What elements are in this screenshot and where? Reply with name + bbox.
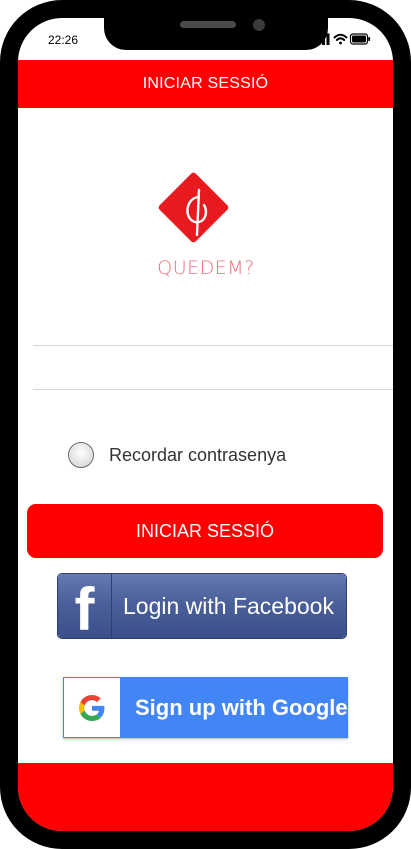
facebook-login-button[interactable]: f Login with Facebook — [58, 574, 346, 638]
wifi-icon — [333, 33, 348, 45]
status-icons — [313, 32, 371, 46]
remember-label: Recordar contrasenya — [109, 444, 287, 465]
facebook-button-label: Login with Facebook — [123, 592, 334, 619]
phone-notch — [104, 18, 328, 50]
battery-icon — [349, 33, 371, 45]
logo-glyph — [186, 188, 208, 237]
username-input[interactable] — [33, 305, 393, 347]
camera — [253, 19, 265, 31]
facebook-f-icon: f — [58, 574, 112, 638]
page-header: INICIAR SESSIÓ — [18, 60, 393, 108]
logo-text: QUEDEM? — [157, 257, 255, 279]
google-signup-button[interactable]: Sign up with Google — [63, 677, 348, 738]
page-title: INICIAR SESSIÓ — [142, 75, 269, 92]
google-button-label: Sign up with Google — [135, 694, 348, 720]
remember-password-option[interactable]: Recordar contrasenya — [68, 440, 286, 470]
status-icons-svg — [313, 33, 371, 45]
app-logo: QUEDEM? — [152, 171, 260, 285]
password-input[interactable] — [33, 349, 393, 391]
google-g-icon — [64, 678, 120, 737]
password-underline — [33, 389, 393, 390]
footer-bar — [18, 763, 393, 831]
google-g-svg — [79, 694, 105, 721]
signal-icon — [313, 33, 330, 45]
status-time: 22:26 — [48, 33, 79, 47]
username-underline — [33, 345, 393, 346]
login-button[interactable]: INICIAR SESSIÓ — [27, 504, 383, 558]
remember-radio[interactable] — [68, 442, 94, 468]
phone-frame: 22:26 INICIAR SESSIÓ QUEDEM? Recordar co… — [0, 0, 411, 849]
login-button-label: INICIAR SESSIÓ — [135, 520, 275, 541]
speaker — [180, 21, 236, 28]
app-screen: 22:26 INICIAR SESSIÓ QUEDEM? Recordar co… — [18, 18, 393, 831]
